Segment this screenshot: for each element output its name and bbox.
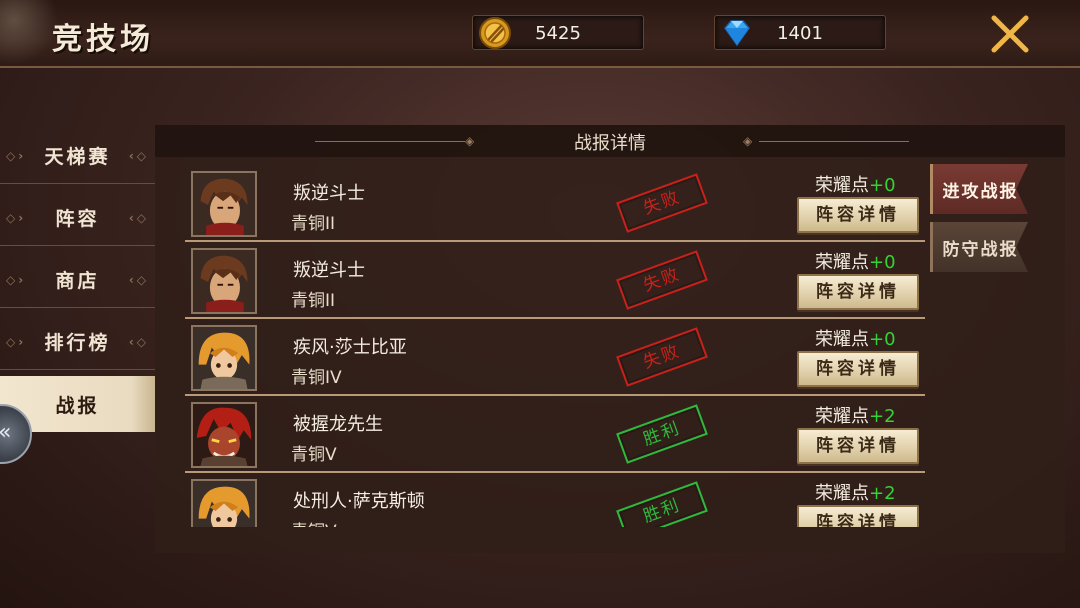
honor-value: +2: [869, 483, 896, 504]
tab-defense-report[interactable]: 防守战报: [930, 222, 1028, 272]
result-stamp: 失败: [616, 327, 708, 387]
header-divider: [759, 141, 909, 142]
sidebar-item-label: 商店: [55, 270, 100, 292]
tab-attack-report[interactable]: 进攻战报: [930, 164, 1028, 214]
list-item: 处刑人·萨克斯顿 青铜V 胜利 荣耀点+2 阵容详情: [185, 473, 925, 527]
avatar[interactable]: [191, 171, 257, 237]
honor-value: +0: [869, 329, 896, 350]
brown-hair-warrior-icon: [193, 250, 255, 312]
close-icon[interactable]: [988, 12, 1032, 56]
sidebar-item-ladder[interactable]: ◇› 天梯赛 ‹◇: [0, 128, 155, 184]
top-bar: 竞技场 5425 1401: [0, 0, 1080, 68]
result-stamp: 胜利: [616, 481, 708, 527]
diamond-ornament-icon: ◇›: [6, 148, 27, 163]
lineup-detail-button[interactable]: 阵容详情: [797, 428, 919, 464]
panel-header: ◈ 战报详情 ◈: [155, 125, 1065, 157]
gold-counter: 5425: [472, 15, 644, 50]
honor-value: +0: [869, 252, 896, 273]
honor-points: 荣耀点+2: [815, 479, 896, 505]
honor-points: 荣耀点+2: [815, 402, 896, 428]
sidebar-item-shop[interactable]: ◇› 商店 ‹◇: [0, 252, 155, 308]
chevron-left-icon: «: [0, 420, 11, 445]
avatar[interactable]: [191, 479, 257, 527]
lineup-detail-button[interactable]: 阵容详情: [797, 197, 919, 233]
avatar[interactable]: [191, 402, 257, 468]
red-beast-icon: [193, 404, 255, 466]
honor-label: 荣耀点: [815, 175, 869, 196]
result-stamp: 胜利: [616, 404, 708, 464]
opponent-rank: 青铜II: [291, 291, 336, 311]
lineup-detail-button[interactable]: 阵容详情: [797, 351, 919, 387]
list-item: 被握龙先生 青铜V 胜利 荣耀点+2 阵容详情: [185, 396, 925, 473]
honor-points: 荣耀点+0: [815, 171, 896, 197]
opponent-name: 处刑人·萨克斯顿: [293, 491, 425, 512]
sidebar-item-leaderboard[interactable]: ◇› 排行榜 ‹◇: [0, 314, 155, 370]
honor-points: 荣耀点+0: [815, 248, 896, 274]
diamond-ornament-icon: ‹◇: [128, 272, 149, 287]
opponent-name: 疾风·莎士比亚: [293, 337, 407, 358]
honor-label: 荣耀点: [815, 252, 869, 273]
honor-label: 荣耀点: [815, 483, 869, 504]
opponent-rank: 青铜IV: [291, 368, 342, 388]
lineup-detail-button[interactable]: 阵容详情: [797, 274, 919, 310]
honor-value: +2: [869, 406, 896, 427]
list-item: 疾风·莎士比亚 青铜IV 失败 荣耀点+0 阵容详情: [185, 319, 925, 396]
battle-report-panel: ◈ 战报详情 ◈ 叛逆斗士 青铜II 失败 荣耀点+0 阵容详情 叛逆斗士 青铜…: [155, 125, 1065, 553]
sidebar-item-lineup[interactable]: ◇› 阵容 ‹◇: [0, 190, 155, 246]
diamond-amount: 1401: [777, 23, 823, 44]
sidebar-item-label: 战报: [55, 394, 100, 417]
page-title: 竞技场: [52, 22, 154, 57]
opponent-name: 叛逆斗士: [293, 183, 365, 204]
opponent-name: 被握龙先生: [293, 414, 383, 435]
panel-title: 战报详情: [574, 133, 646, 154]
sidebar-item-label: 排行榜: [44, 332, 111, 354]
knot-ornament-icon: ◈: [743, 134, 753, 148]
diamond-counter: 1401: [714, 15, 886, 50]
honor-value: +0: [869, 175, 896, 196]
list-item: 叛逆斗士 青铜II 失败 荣耀点+0 阵容详情: [185, 165, 925, 242]
diamond-ornament-icon: ◇›: [6, 210, 27, 225]
result-stamp: 失败: [616, 173, 708, 233]
sidebar-item-label: 天梯赛: [44, 146, 111, 168]
diamond-ornament-icon: ‹◇: [128, 148, 149, 163]
lineup-detail-button[interactable]: 阵容详情: [797, 505, 919, 527]
diamond-ornament-icon: ◇›: [6, 334, 27, 349]
diamond-ornament-icon: ◇›: [6, 272, 27, 287]
battle-report-list[interactable]: 叛逆斗士 青铜II 失败 荣耀点+0 阵容详情 叛逆斗士 青铜II 失败 荣耀点…: [185, 165, 925, 527]
result-stamp: 失败: [616, 250, 708, 310]
list-item: 叛逆斗士 青铜II 失败 荣耀点+0 阵容详情: [185, 242, 925, 319]
sidebar-item-label: 阵容: [55, 208, 100, 230]
honor-label: 荣耀点: [815, 329, 869, 350]
opponent-name: 叛逆斗士: [293, 260, 365, 281]
avatar[interactable]: [191, 248, 257, 314]
blonde-hero-icon: [193, 327, 255, 389]
opponent-rank: 青铜II: [291, 214, 336, 234]
brown-hair-warrior-icon: [193, 173, 255, 235]
honor-points: 荣耀点+0: [815, 325, 896, 351]
blonde-hero-icon: [193, 481, 255, 527]
gold-amount: 5425: [535, 23, 581, 44]
opponent-rank: 青铜V: [291, 445, 337, 465]
diamond-ornament-icon: ‹◇: [128, 210, 149, 225]
diamond-ornament-icon: ‹◇: [128, 334, 149, 349]
opponent-rank: 青铜V: [291, 517, 337, 527]
avatar[interactable]: [191, 325, 257, 391]
honor-label: 荣耀点: [815, 406, 869, 427]
